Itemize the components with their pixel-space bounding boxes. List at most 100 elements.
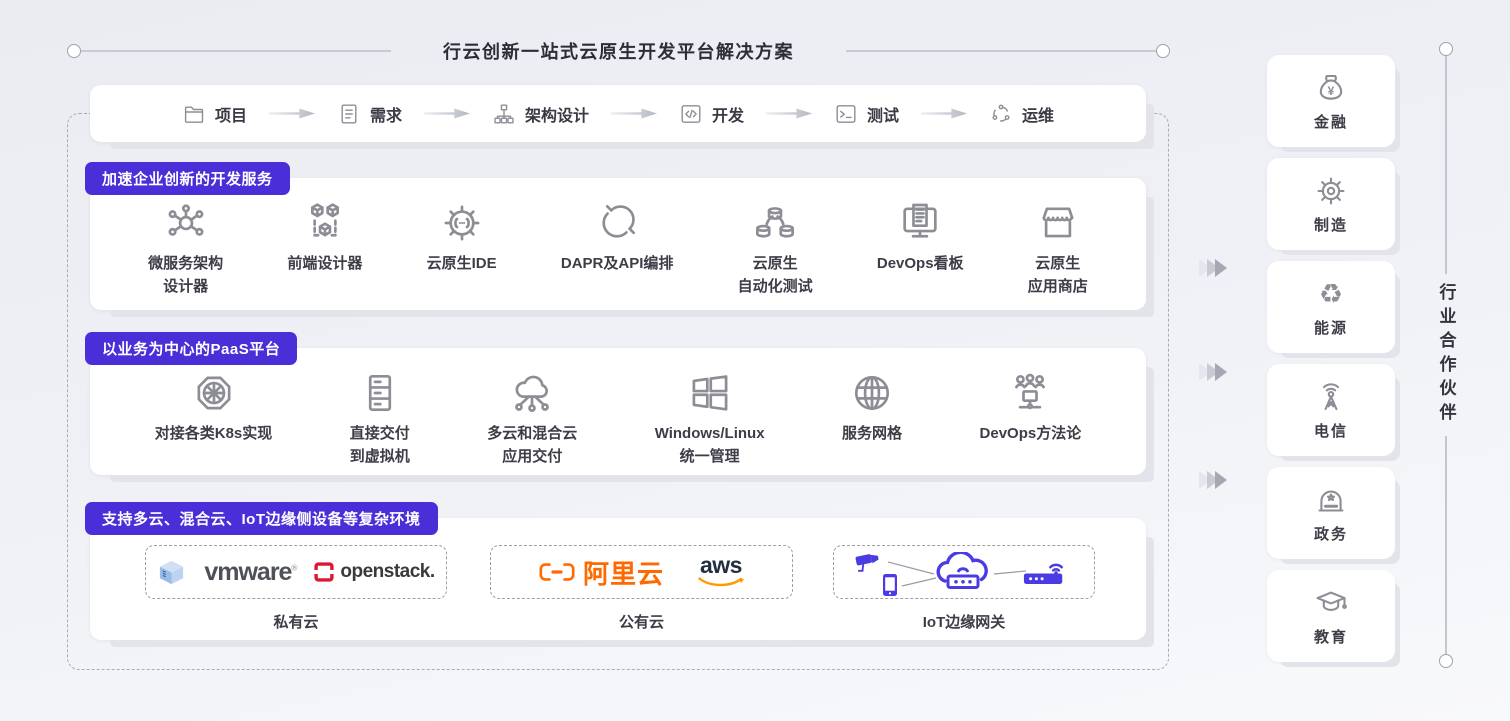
cctv-camera-icon — [854, 550, 886, 575]
graduation-cap-icon — [1313, 585, 1349, 621]
workflow-step-label: 测试 — [867, 102, 899, 126]
sync-icon — [989, 102, 1013, 126]
money-bag-icon: ¥ — [1313, 70, 1349, 106]
alibaba-mark-icon — [539, 562, 575, 582]
feature-item: DAPR及API编排 — [561, 198, 674, 276]
alibaba-cloud-logo: 阿里云 — [539, 554, 664, 591]
plug-icon — [594, 200, 640, 246]
aws-logo: aws — [698, 554, 744, 590]
workflow-step-test: 测试 — [834, 102, 899, 126]
env-label: 公有云 — [619, 611, 664, 632]
arrow-right-icon — [611, 108, 657, 120]
helm-wheel-icon — [191, 370, 237, 416]
feature-label: Windows/Linux 统一管理 — [655, 423, 765, 468]
server-rack-icon — [357, 370, 403, 416]
partner-rail-title: 行业合作伙伴 — [1434, 283, 1459, 427]
workflow-step-requirements: 需求 — [337, 102, 402, 126]
openstack-mark-icon — [314, 562, 334, 582]
code-window-icon — [679, 102, 703, 126]
partner-label: 电信 — [1314, 420, 1348, 441]
partner-label: 能源 — [1314, 317, 1348, 338]
antenna-icon — [1313, 379, 1349, 415]
feature-label: 云原生 应用商店 — [1028, 253, 1088, 298]
section-badge: 以业务为中心的PaaS平台 — [85, 332, 297, 365]
iot-cloud-icon — [932, 552, 994, 593]
feature-label: DevOps看板 — [877, 253, 964, 276]
database-cluster-icon — [752, 200, 798, 246]
team-board-icon — [1007, 370, 1053, 416]
line-end-circle — [1439, 42, 1453, 56]
iot-gateway-icons — [833, 545, 1095, 599]
feature-label: 微服务架构 设计器 — [148, 253, 223, 298]
feature-label: DAPR及API编排 — [561, 253, 674, 276]
smartphone-icon — [882, 573, 898, 597]
section-badge: 加速企业创新的开发服务 — [85, 162, 290, 195]
partner-card-telecom: 电信 — [1267, 364, 1395, 456]
workflow-step-project: 项目 — [182, 102, 247, 126]
env-label: IoT边缘网关 — [923, 611, 1006, 632]
gear-icon — [1313, 173, 1349, 209]
workflow-step-operations: 运维 — [989, 102, 1054, 126]
solution-diagram: 行云创新一站式云原生开发平台解决方案 项目 需求 架构设计 开发 测试 — [0, 0, 1510, 721]
title-row: 行云创新一站式云原生开发平台解决方案 — [67, 38, 1170, 64]
government-icon — [1313, 482, 1349, 518]
title-divider-line — [81, 50, 391, 52]
partner-rail-line — [1445, 56, 1447, 274]
feature-label: 服务网格 — [842, 423, 902, 446]
arrow-right-icon — [921, 108, 967, 120]
recycle-icon: ♻ — [1313, 276, 1349, 312]
svg-text:¥: ¥ — [1328, 84, 1335, 98]
partner-card-manufacturing: 制造 — [1267, 158, 1395, 250]
svg-text:♻: ♻ — [1319, 279, 1343, 310]
section-badge: 支持多云、混合云、IoT边缘侧设备等复杂环境 — [85, 502, 438, 535]
partner-rail-line — [1445, 436, 1447, 654]
feature-item: 对接各类K8s实现 — [155, 368, 273, 446]
workflow-step-label: 项目 — [215, 102, 247, 126]
feature-label: 直接交付 到虚拟机 — [350, 423, 410, 468]
line-end-circle — [1439, 654, 1453, 668]
feature-item: 云原生IDE — [427, 198, 497, 276]
feature-item: 服务网格 — [842, 368, 902, 446]
arrow-right-icon — [269, 108, 315, 120]
partner-rail: 行业合作伙伴 — [1438, 42, 1454, 668]
title-divider-line — [846, 50, 1156, 52]
paas-items: 对接各类K8s实现 直接交付 到虚拟机 多云和混合云 应用交付 Windows/… — [90, 348, 1146, 468]
aws-smile-icon — [698, 577, 744, 590]
vmware-logo: vmware® — [204, 558, 296, 587]
triple-chevron-right-icon — [1203, 363, 1227, 381]
feature-item: 直接交付 到虚拟机 — [350, 368, 410, 468]
feature-item: 前端设计器 — [287, 198, 362, 276]
feature-label: DevOps方法论 — [980, 423, 1082, 446]
dev-services-items: 微服务架构 设计器 前端设计器 云原生IDE DAPR及API编排 云原生 自动… — [90, 178, 1146, 298]
feature-item: DevOps看板 — [877, 198, 964, 276]
feature-item: 多云和混合云 应用交付 — [487, 368, 577, 468]
feature-item: DevOps方法论 — [980, 368, 1082, 446]
feature-item: 云原生 应用商店 — [1028, 198, 1088, 298]
environments-section: 支持多云、混合云、IoT边缘侧设备等复杂环境 vmware® openstack… — [90, 518, 1146, 640]
public-cloud-env: 阿里云 aws 公有云 — [490, 545, 793, 632]
workflow-step-label: 架构设计 — [525, 102, 589, 126]
arrow-right-icon — [766, 108, 812, 120]
windows-icon — [687, 370, 733, 416]
line-end-circle — [67, 44, 81, 58]
gear-code-icon — [439, 200, 485, 246]
globe-icon — [849, 370, 895, 416]
partner-card-government: 政务 — [1267, 467, 1395, 559]
triple-chevron-right-icon — [1203, 259, 1227, 277]
partner-label: 教育 — [1314, 626, 1348, 647]
cloud-network-icon — [509, 370, 555, 416]
paas-section: 以业务为中心的PaaS平台 对接各类K8s实现 直接交付 到虚拟机 多云和混合云… — [90, 348, 1146, 475]
env-label: 私有云 — [273, 611, 318, 632]
feature-label: 云原生 自动化测试 — [738, 253, 813, 298]
feature-label: 对接各类K8s实现 — [155, 423, 273, 446]
line-end-circle — [1156, 44, 1170, 58]
cubes-icon — [302, 200, 348, 246]
feature-item: 云原生 自动化测试 — [738, 198, 813, 298]
feature-label: 云原生IDE — [427, 253, 497, 276]
feature-item: 微服务架构 设计器 — [148, 198, 223, 298]
workflow-step-label: 开发 — [712, 102, 744, 126]
workflow-step-develop: 开发 — [679, 102, 744, 126]
arrow-right-icon — [424, 108, 470, 120]
document-icon — [337, 102, 361, 126]
monitor-board-icon — [897, 200, 943, 246]
